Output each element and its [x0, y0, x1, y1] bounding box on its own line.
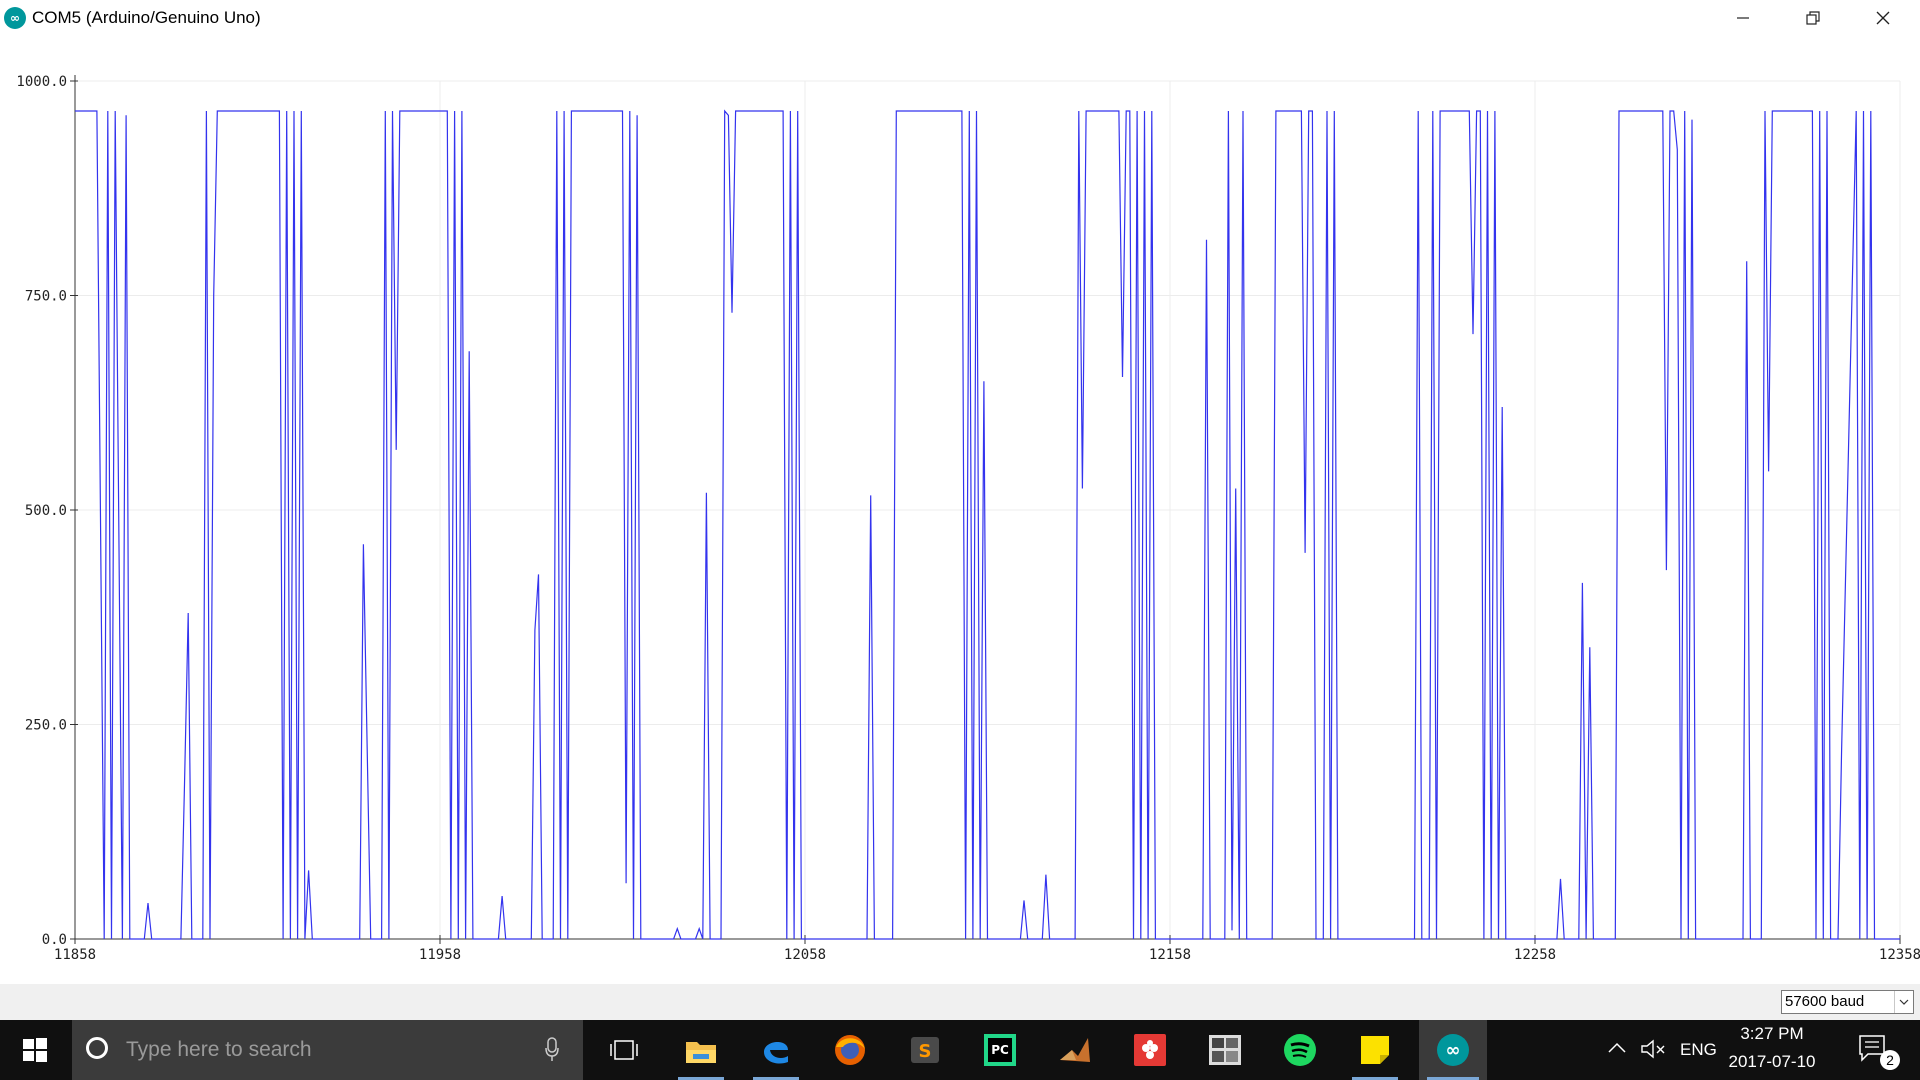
y-tick-label: 0.0 [42, 932, 67, 948]
restore-button[interactable] [1778, 0, 1848, 36]
cortana-icon [86, 1037, 108, 1059]
input-language-indicator[interactable]: ENG [1680, 1040, 1717, 1060]
restore-icon [1806, 11, 1820, 25]
y-tick-label: 250.0 [25, 718, 67, 734]
start-button[interactable] [0, 1020, 70, 1080]
matlab-icon [1060, 1038, 1090, 1062]
x-tick-label: 12358 [1879, 947, 1920, 963]
arduino-icon: ∞ [1437, 1034, 1469, 1066]
sublime-text-icon: S [911, 1037, 939, 1063]
baud-rate-value: 57600 baud [1785, 993, 1865, 1010]
y-tick-label: 500.0 [25, 503, 67, 519]
spotify-button[interactable] [1269, 1020, 1331, 1080]
series-line [75, 109, 1900, 940]
show-hidden-icons-chevron-icon[interactable] [1608, 1041, 1626, 1055]
arduino-button[interactable]: ∞ [1419, 1020, 1487, 1080]
spotify-icon [1284, 1034, 1316, 1066]
windows-logo-icon [23, 1038, 47, 1062]
close-icon [1876, 11, 1890, 25]
y-tick-label: 750.0 [25, 289, 67, 305]
sticky-notes-icon [1361, 1036, 1389, 1064]
line-chart: 0.0 250.0 500.0 750.0 1000.0 11858 11958 12058 1… [16, 74, 1920, 963]
x-tick-label: 12058 [784, 947, 826, 963]
taskbar-search-box[interactable]: Type here to search [72, 1020, 583, 1080]
notification-count-badge: 2 [1880, 1050, 1900, 1070]
sticky-notes-button[interactable] [1344, 1020, 1406, 1080]
x-tick-label: 11858 [54, 947, 96, 963]
edge-browser-button[interactable] [745, 1020, 807, 1080]
clock-time[interactable]: 3:27 PM [1722, 1024, 1822, 1044]
firefox-icon [835, 1035, 865, 1065]
pycharm-button[interactable]: PC [969, 1020, 1031, 1080]
raspberry-button[interactable] [1119, 1020, 1181, 1080]
svg-text:∞: ∞ [1446, 1040, 1461, 1061]
calculator-grid-icon [1209, 1035, 1241, 1065]
windows-taskbar: Type here to search S PC ∞ ENG 3:27 PM 2… [0, 1020, 1920, 1080]
plotter-bottom-bar [0, 984, 1920, 1020]
pycharm-icon: PC [984, 1034, 1016, 1066]
calculator-grid-button[interactable] [1194, 1020, 1256, 1080]
task-view-icon [610, 1040, 638, 1060]
x-tick-label: 12258 [1514, 947, 1556, 963]
window-title: COM5 (Arduino/Genuino Uno) [32, 8, 261, 27]
title-bar: ∞ COM5 (Arduino/Genuino Uno) [0, 0, 1920, 36]
clock-date[interactable]: 2017-07-10 [1722, 1052, 1822, 1072]
file-explorer-button[interactable] [670, 1020, 732, 1080]
task-view-button[interactable] [593, 1020, 655, 1080]
svg-text:S: S [919, 1041, 932, 1062]
baud-rate-select[interactable]: 57600 baud [1781, 990, 1914, 1014]
serial-plotter: 0.0 250.0 500.0 750.0 1000.0 11858 11958 12058 1… [0, 36, 1920, 984]
edge-browser-icon [764, 1041, 788, 1064]
raspberry-icon [1134, 1034, 1166, 1066]
firefox-button[interactable] [819, 1020, 881, 1080]
arduino-logo-icon: ∞ [4, 7, 26, 29]
x-tick-label: 11958 [419, 947, 461, 963]
x-tick-label: 12158 [1149, 947, 1191, 963]
search-placeholder: Type here to search [126, 1038, 312, 1061]
microphone-icon[interactable] [544, 1036, 560, 1062]
minimize-button[interactable] [1708, 0, 1778, 36]
chevron-down-icon [1894, 991, 1913, 1013]
close-button[interactable] [1848, 0, 1918, 36]
svg-text:PC: PC [991, 1043, 1009, 1057]
speaker-muted-icon[interactable] [1640, 1038, 1666, 1060]
sublime-text-button[interactable]: S [894, 1020, 956, 1080]
minimize-icon [1737, 17, 1749, 19]
file-explorer-icon [686, 1042, 716, 1063]
y-tick-label: 1000.0 [16, 74, 67, 90]
matlab-button[interactable] [1044, 1020, 1106, 1080]
